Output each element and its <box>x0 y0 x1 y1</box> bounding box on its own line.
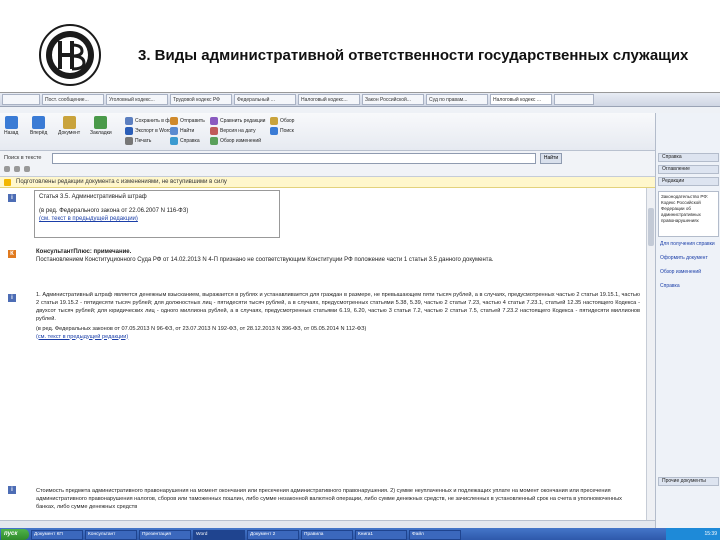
windows-taskbar: пуск Документ КП Консультант Презентация… <box>0 528 720 540</box>
nav-icons <box>4 166 30 172</box>
browser-tab-strip: Пост. сообщение... Уголовный кодекс... Т… <box>0 93 720 107</box>
status-bar <box>0 520 655 528</box>
export-word-button[interactable]: Экспорт в Word <box>125 127 171 135</box>
browser-tab[interactable]: Трудовой кодекс РФ <box>170 94 232 105</box>
browser-tab[interactable]: Пост. сообщение... <box>42 94 104 105</box>
start-button[interactable]: пуск <box>1 529 29 540</box>
system-tray-clock: 15:39 <box>666 528 720 540</box>
back-button[interactable]: Назад <box>4 116 18 136</box>
document-scrollbar[interactable] <box>646 188 655 520</box>
print-button[interactable]: Печать <box>125 137 151 145</box>
browser-tab[interactable]: Закон Российской... <box>362 94 424 105</box>
forward-button[interactable]: Вперёд <box>30 116 47 136</box>
bookmarks-button[interactable]: Закладки <box>90 116 112 136</box>
magnifier-icon <box>270 127 278 135</box>
panel-tab-contents[interactable]: Оглавление <box>658 165 719 174</box>
consultant-note-head: КонсультантПлюс: примечание. <box>36 249 132 255</box>
previous-version-link[interactable]: (см. текст в предыдущей редакции) <box>36 334 640 342</box>
browser-tab[interactable]: Налоговый кодекс... <box>298 94 360 105</box>
panel-doc-info: Законодательство РФ: Кодекс Российской Ф… <box>658 191 719 237</box>
browser-tab[interactable] <box>554 94 594 105</box>
send-button[interactable]: Отправить <box>170 117 205 125</box>
search-button[interactable]: Поиск <box>270 127 294 135</box>
panel-link[interactable]: Для получения справки <box>660 241 718 247</box>
consultant-note-text: Постановлением Конституционного Суда РФ … <box>36 257 494 263</box>
article-title: Статья 3.5. Административный штраф <box>39 194 147 200</box>
warning-bar[interactable]: Подготовлены редакции документа с измене… <box>0 177 655 188</box>
overview-button[interactable]: Обзор <box>270 117 294 125</box>
taskbar-item[interactable]: Презентация <box>139 529 191 540</box>
hse-logo-icon <box>39 24 101 86</box>
prev-icon[interactable] <box>4 166 10 172</box>
consultant-note: КонсультантПлюс: примечание. Постановлен… <box>36 248 640 264</box>
taskbar-item[interactable]: Документ КП <box>31 529 83 540</box>
envelope-icon <box>170 117 178 125</box>
back-arrow-icon <box>4 116 18 129</box>
info-icon[interactable]: i <box>8 294 16 302</box>
slide: 3. Виды административной ответственности… <box>0 0 720 540</box>
info-icon[interactable]: i <box>8 486 16 494</box>
next-icon[interactable] <box>14 166 20 172</box>
search-go-button[interactable]: Найти <box>540 153 562 164</box>
bookmark-icon <box>94 116 108 129</box>
changes-review-button[interactable]: Обзор изменений <box>210 137 261 145</box>
warning-icon <box>4 179 11 186</box>
article-paragraph-1: 1. Административный штраф является денеж… <box>36 292 640 341</box>
info-icon[interactable]: i <box>8 194 16 202</box>
browser-tab[interactable] <box>2 94 40 105</box>
help-button[interactable]: Справка <box>170 137 200 145</box>
printer-icon <box>125 137 133 145</box>
browser-tab[interactable]: Уголовный кодекс... <box>106 94 168 105</box>
scrollbar-thumb[interactable] <box>648 208 654 246</box>
browser-tab-active[interactable]: Налоговый кодекс ... <box>490 94 552 105</box>
amendment-note: (в ред. Федерального закона от 22.06.200… <box>39 208 189 214</box>
browser-tab[interactable]: Федеральный ... <box>234 94 296 105</box>
panel-tab-reference[interactable]: Справка <box>658 153 719 162</box>
taskbar-item[interactable]: Консультант <box>85 529 137 540</box>
panel-other-docs[interactable]: Прочие документы <box>658 477 719 486</box>
panel-link[interactable]: Справка <box>660 283 718 289</box>
panel-tab-versions[interactable]: Редакции <box>658 177 719 186</box>
slide-title: 3. Виды административной ответственности… <box>138 47 689 64</box>
article-header-box: Статья 3.5. Административный штраф (в ре… <box>34 190 280 238</box>
compare-versions-button[interactable]: Сравнить редакции <box>210 117 265 125</box>
taskbar-item[interactable]: Документ 2 <box>247 529 299 540</box>
previous-version-link[interactable]: (см. текст в предыдущей редакции) <box>39 215 275 223</box>
find-button[interactable]: Найти <box>170 127 194 135</box>
help-icon <box>170 137 178 145</box>
panel-link[interactable]: Обзор изменений <box>660 269 718 275</box>
document-icon <box>62 116 76 129</box>
paragraph-amendments: (в ред. Федеральных законов от 07.05.201… <box>36 325 367 332</box>
article-paragraph-2: Стоимость предмета административного пра… <box>36 488 622 510</box>
paragraph-text: 1. Административный штраф является денеж… <box>36 292 640 322</box>
consultant-note-icon[interactable]: К <box>8 250 16 258</box>
consultant-plus-screenshot: Пост. сообщение... Уголовный кодекс... Т… <box>0 92 720 540</box>
compare-icon <box>210 117 218 125</box>
search-icon <box>170 127 178 135</box>
taskbar-item[interactable]: Правила <box>301 529 353 540</box>
save-icon <box>125 117 133 125</box>
word-icon <box>125 127 133 135</box>
toolbar: Назад Вперёд Документ Закладки Сохранить… <box>0 113 655 151</box>
document-view: i Статья 3.5. Административный штраф (в … <box>0 188 655 520</box>
version-date-button[interactable]: Версия на дату <box>210 127 256 135</box>
review-icon <box>210 137 218 145</box>
browser-tab[interactable]: Суд по правам... <box>426 94 488 105</box>
search-label: Поиск в тексте <box>4 155 42 161</box>
search-input[interactable] <box>52 153 536 164</box>
taskbar-item[interactable]: Файл <box>409 529 461 540</box>
folder-icon <box>270 117 278 125</box>
panel-link[interactable]: Оформить документ <box>660 255 718 261</box>
highlight-icon[interactable] <box>24 166 30 172</box>
forward-arrow-icon <box>32 116 46 129</box>
calendar-icon <box>210 127 218 135</box>
right-panel: Справка Оглавление Редакции Законодатель… <box>655 113 720 528</box>
taskbar-item[interactable]: Книга1 <box>355 529 407 540</box>
taskbar-item-active[interactable]: Word <box>193 529 245 540</box>
document-button[interactable]: Документ <box>58 116 80 136</box>
search-bar: Поиск в тексте Найти <box>0 151 655 177</box>
